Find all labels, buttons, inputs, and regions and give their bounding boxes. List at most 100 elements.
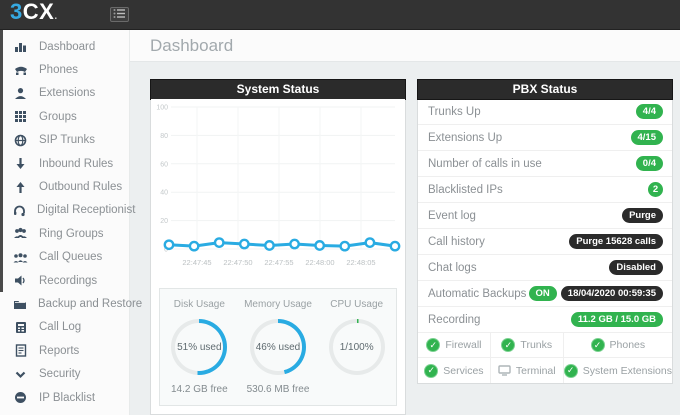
sidebar-item-digital-receptionist[interactable]: Digital Receptionist	[0, 199, 135, 222]
sidebar-item-label: Digital Receptionist	[37, 204, 136, 217]
pbx-row-label: Blacklisted IPs	[428, 183, 503, 196]
sidebar-item-label: Backup and Restore	[38, 297, 143, 310]
svg-text:22:48:00: 22:48:00	[305, 258, 334, 267]
pbx-row-label: Number of calls in use	[428, 157, 542, 170]
badge-purge[interactable]: Purge	[622, 208, 663, 223]
dashboard-icon	[13, 40, 28, 53]
sidebar-item-label: Extensions	[39, 87, 96, 100]
pbx-row-badges: ON 18/04/2020 00:59:35	[528, 286, 663, 301]
chevron-down-icon	[13, 368, 28, 381]
status-cell-label: Phones	[609, 339, 646, 351]
gauge-subtext	[317, 384, 396, 396]
pbx-row-call-history: Call history Purge 15628 calls	[418, 229, 672, 255]
badge-4-4: 4/4	[635, 104, 663, 119]
status-cell-label: Services	[443, 364, 484, 377]
svg-text:80: 80	[160, 133, 168, 140]
speaker-icon	[13, 274, 28, 287]
sidebar-item-sip-trunks[interactable]: SIP Trunks	[0, 129, 129, 152]
gauge-value: 51% used	[175, 323, 224, 371]
page-header: Dashboard	[130, 30, 680, 62]
ring-groups-icon	[13, 227, 28, 240]
sidebar-item-call-queues[interactable]: Call Queues	[0, 246, 129, 269]
svg-text:40: 40	[160, 190, 168, 197]
pbx-row-label: Recording	[428, 313, 481, 326]
svg-text:22:47:45: 22:47:45	[182, 258, 211, 267]
sidebar-item-label: SIP Trunks	[39, 134, 96, 147]
sidebar-item-phones[interactable]: Phones	[0, 58, 129, 81]
check-circle-icon: ✓	[426, 338, 441, 352]
check-circle-icon: ✓	[501, 338, 516, 352]
arrow-down-icon	[13, 157, 28, 170]
logo-3: 3	[10, 0, 23, 24]
sidebar-item-label: Call Queues	[39, 251, 103, 264]
status-cell-label: Trunks	[520, 339, 553, 351]
svg-text:100: 100	[156, 105, 168, 112]
usage-gauges: Disk Usage 51% used 14.2 GB free Memory Usa…	[159, 288, 397, 406]
sidebar-item-label: Call Log	[39, 321, 82, 334]
status-cell-system-extensions[interactable]: ✓ System Extensions	[563, 358, 672, 383]
gauge-ring: 51% used	[171, 319, 228, 375]
dashboard-content: System Status 0 20 40 60 80 100 22:47:45 22:47:…	[130, 62, 680, 415]
pbx-row-badges: Purge 15628 calls	[569, 234, 663, 249]
globe-icon	[13, 134, 28, 147]
minus-circle-icon	[13, 391, 28, 404]
headset-icon	[13, 204, 26, 217]
page-title: Dashboard	[150, 35, 234, 55]
pbx-row-trunks-up: Trunks Up 4/4	[418, 99, 672, 125]
check-circle-icon: ✓	[563, 363, 578, 378]
sidebar-item-extensions[interactable]: Extensions	[0, 82, 129, 105]
sidebar-item-backup-and-restore[interactable]: Backup and Restore	[0, 292, 142, 315]
list-menu-icon	[113, 6, 126, 24]
badge-on[interactable]: ON	[528, 286, 557, 301]
badge-purge-15628-calls[interactable]: Purge 15628 calls	[569, 234, 663, 249]
pbx-row-blacklisted-ips: Blacklisted IPs 2	[418, 177, 672, 203]
gauge-title: CPU Usage	[330, 299, 384, 310]
pbx-row-badges: 11.2 GB / 15.0 GB	[570, 312, 663, 327]
status-cell-phones[interactable]: ✓ Phones	[563, 333, 672, 358]
sidebar-item-ip-blacklist[interactable]: IP Blacklist	[0, 386, 129, 409]
sidebar-item-label: Security	[39, 368, 81, 381]
pbx-row-number-of-calls-in-use: Number of calls in use 0/4	[418, 151, 672, 177]
gauge-value: 46% used	[254, 323, 302, 371]
sidebar-item-inbound-rules[interactable]: Inbound Rules	[0, 152, 129, 175]
sidebar-scrollbar[interactable]	[0, 30, 3, 292]
sidebar-item-label: Outbound Rules	[39, 181, 123, 194]
pbx-row-label: Extensions Up	[428, 131, 503, 144]
pbx-status-title: PBX Status	[417, 79, 673, 100]
badge-18-04-2020-00-59-35: 18/04/2020 00:59:35	[560, 286, 663, 301]
person-icon	[13, 87, 28, 100]
status-cell-trunks[interactable]: ✓ Trunks	[490, 333, 564, 358]
gauge-ring: 46% used	[250, 319, 306, 375]
list-menu-button[interactable]	[109, 6, 129, 24]
badge-2: 2	[648, 182, 663, 197]
sidebar-item-label: Reports	[39, 344, 80, 357]
check-circle-icon: ✓	[590, 338, 605, 352]
pbx-row-label: Call history	[428, 235, 485, 248]
sidebar-item-groups[interactable]: Groups	[0, 105, 129, 128]
sidebar-item-security[interactable]: Security	[0, 362, 129, 385]
sidebar-item-call-log[interactable]: Call Log	[0, 316, 129, 339]
disk-usage-gauge: Disk Usage 51% used 14.2 GB free	[160, 299, 239, 396]
system-status-panel: System Status 0 20 40 60 80 100 22:47:45 22:47:…	[150, 79, 406, 415]
sidebar-item-outbound-rules[interactable]: Outbound Rules	[0, 175, 129, 198]
sidebar-item-ring-groups[interactable]: Ring Groups	[0, 222, 129, 245]
svg-text:22:47:55: 22:47:55	[264, 258, 293, 267]
svg-text:60: 60	[160, 161, 168, 168]
status-cell-terminal[interactable]: Terminal	[491, 358, 564, 383]
badge-disabled[interactable]: Disabled	[609, 260, 663, 275]
service-status-grid: ✓ Firewall ✓ Trunks ✓ Phones ✓ Services Terminal…	[418, 333, 672, 383]
sidebar-item-recordings[interactable]: Recordings	[0, 269, 129, 292]
sidebar-item-label: Phones	[39, 64, 79, 77]
status-cell-firewall[interactable]: ✓ Firewall	[418, 333, 491, 358]
sidebar-item-label: Recordings	[39, 274, 98, 287]
system-status-title: System Status	[150, 79, 406, 100]
gauge-subtext: 14.2 GB free	[170, 384, 228, 395]
check-circle-icon: ✓	[424, 363, 439, 378]
status-cell-services[interactable]: ✓ Services	[418, 358, 491, 383]
sidebar-item-dashboard[interactable]: Dashboard	[0, 35, 129, 58]
pbx-row-badges: 0/4	[635, 156, 663, 171]
status-cell-label: Terminal	[515, 364, 556, 377]
gauge-ring: 1/100%	[328, 319, 385, 375]
pbx-row-badges: 4/15	[630, 130, 663, 145]
sidebar-item-reports[interactable]: Reports	[0, 339, 129, 362]
